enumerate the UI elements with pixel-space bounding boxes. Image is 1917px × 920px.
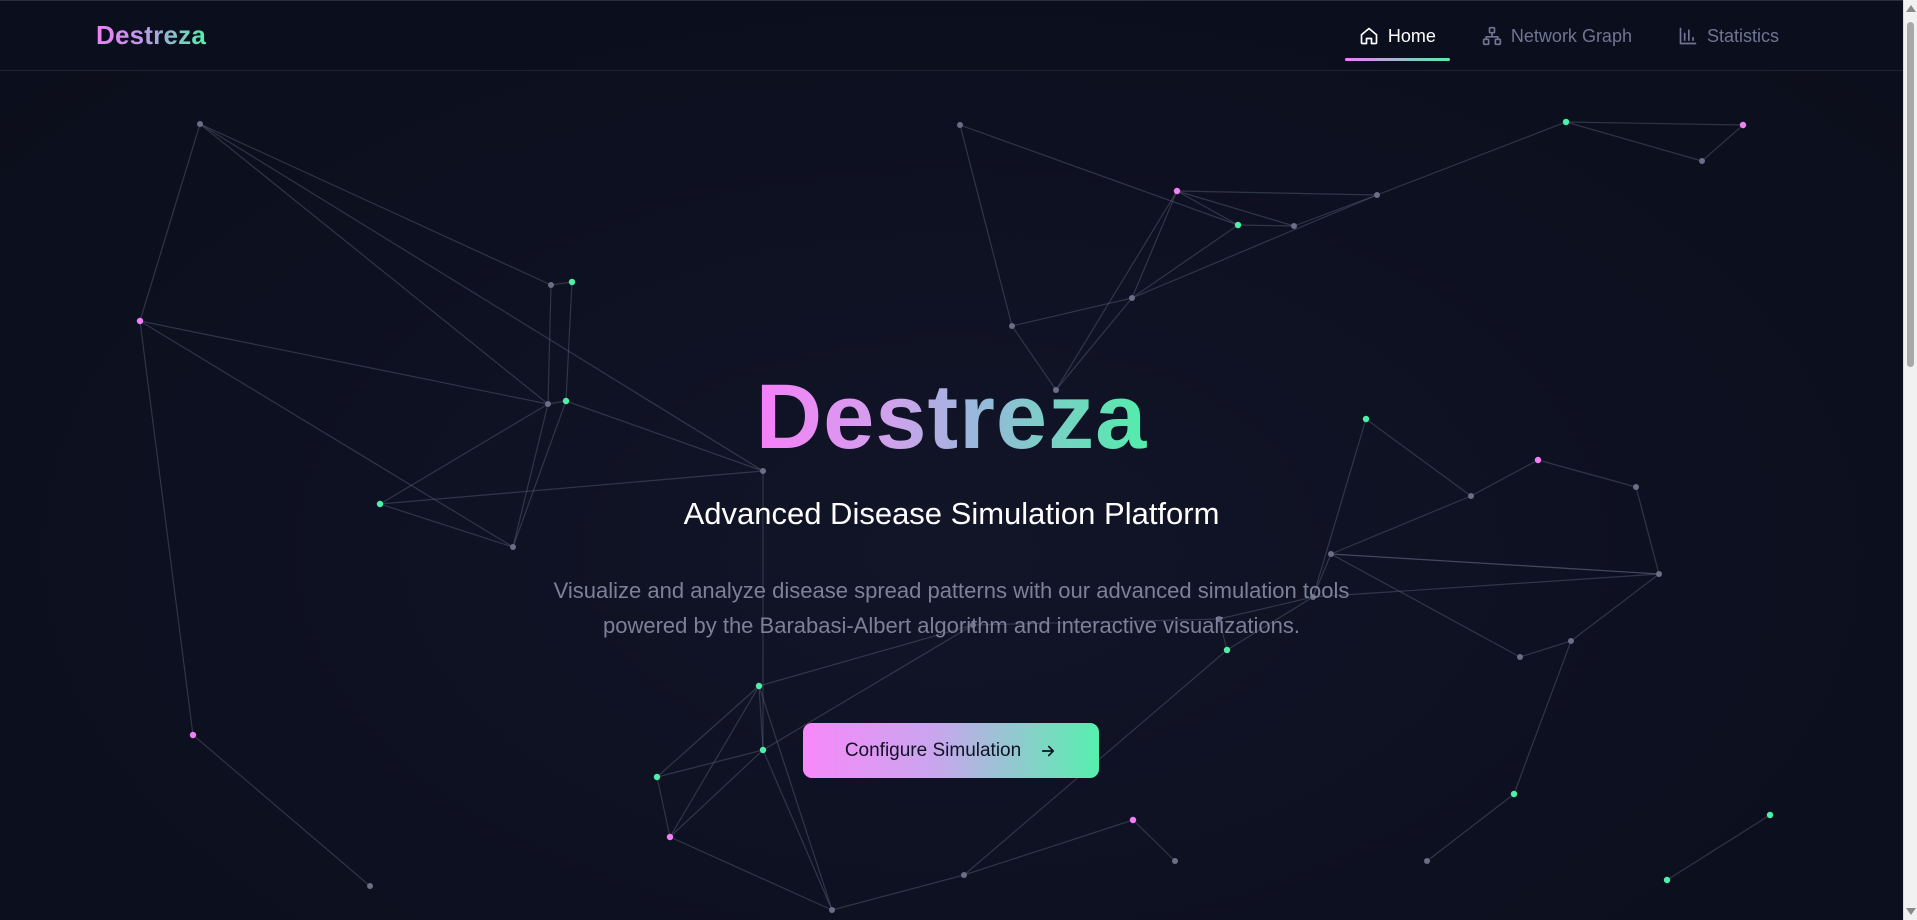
network-node: [1699, 158, 1705, 164]
hero-title: Destreza: [0, 362, 1903, 472]
main-nav: Home Network Graph Statistics: [1344, 1, 1793, 71]
network-edge: [1132, 819, 1176, 862]
network-edge: [1701, 124, 1744, 162]
scroll-thumb[interactable]: [1907, 22, 1914, 367]
hero-subtitle: Advanced Disease Simulation Platform: [683, 496, 1220, 531]
network-node: [957, 122, 963, 128]
network-edge: [831, 874, 965, 911]
network-node: [510, 544, 516, 550]
network-edge: [1519, 640, 1572, 658]
network-edge: [139, 123, 201, 322]
network-node: [755, 682, 763, 690]
network-edge: [1176, 190, 1239, 226]
network-node: [1374, 192, 1380, 198]
network-node: [1223, 646, 1231, 654]
network-node: [759, 746, 767, 754]
network-edge: [1376, 121, 1567, 196]
arrow-right-icon: [1042, 745, 1055, 756]
network-node: [568, 278, 576, 286]
network-edge: [656, 776, 671, 838]
network-edge: [669, 749, 764, 838]
scroll-up-icon[interactable]: [1906, 5, 1916, 12]
network-edge: [758, 685, 833, 911]
network-node: [548, 282, 554, 288]
nav-statistics-label: Statistics: [1706, 25, 1779, 46]
network-node: [1328, 551, 1334, 557]
configure-simulation-label: Configure Simulation: [844, 739, 1022, 761]
network-node: [1766, 811, 1774, 819]
network-edge: [1237, 224, 1295, 227]
home-icon: [1360, 27, 1378, 45]
nav-home-label: Home: [1387, 25, 1436, 46]
network-edge: [959, 124, 1013, 327]
network-node: [1656, 571, 1662, 577]
network-edge: [199, 123, 552, 286]
network-node: [1173, 187, 1181, 195]
network-node: [189, 731, 197, 739]
network-node: [367, 883, 373, 889]
network-icon: [1482, 26, 1502, 46]
page: Destreza Home Network Graph Statistics D…: [0, 0, 1903, 920]
network-edge: [1513, 640, 1572, 795]
network-node: [197, 121, 203, 127]
nav-network-graph-label: Network Graph: [1510, 25, 1632, 46]
network-node: [961, 872, 967, 878]
network-node: [1633, 484, 1639, 490]
network-edge: [1565, 121, 1703, 162]
brand-logo[interactable]: Destreza: [96, 20, 206, 51]
network-edge: [963, 819, 1134, 876]
network-node: [1562, 118, 1570, 126]
vertical-scrollbar[interactable]: [1903, 0, 1917, 920]
network-edge: [1176, 190, 1378, 196]
network-edge: [656, 685, 760, 778]
network-node: [1424, 858, 1430, 864]
nav-home[interactable]: Home: [1344, 16, 1450, 61]
network-edge: [1565, 121, 1744, 126]
network-node: [1510, 790, 1518, 798]
network-node: [1129, 816, 1137, 824]
scroll-down-icon[interactable]: [1906, 908, 1916, 915]
network-node: [1739, 121, 1747, 129]
network-edge: [669, 685, 760, 838]
network-edge: [1011, 297, 1133, 327]
network-edge: [1176, 190, 1295, 227]
network-edge: [1426, 793, 1515, 862]
configure-simulation-button[interactable]: Configure Simulation: [803, 723, 1099, 778]
network-node: [1009, 323, 1015, 329]
network-node: [1568, 638, 1574, 644]
network-edge: [1666, 814, 1771, 881]
nav-statistics[interactable]: Statistics: [1664, 16, 1793, 56]
network-edge: [1330, 553, 1660, 575]
network-edge: [192, 734, 371, 887]
network-node: [1129, 295, 1135, 301]
network-node: [653, 773, 661, 781]
bar-chart-icon: [1679, 27, 1697, 45]
network-edge: [669, 836, 833, 911]
network-node: [136, 317, 144, 325]
network-edge: [959, 124, 1239, 226]
network-node: [666, 833, 674, 841]
navbar: Destreza Home Network Graph Statistics: [0, 0, 1903, 71]
network-node: [1234, 221, 1242, 229]
network-edge: [1055, 190, 1178, 391]
network-edge: [1570, 573, 1660, 642]
network-node: [1517, 654, 1523, 660]
nav-network-graph[interactable]: Network Graph: [1468, 16, 1646, 56]
hero-description: Visualize and analyze disease spread pat…: [553, 578, 1350, 638]
hero-title-text: Destreza: [755, 366, 1148, 468]
network-node: [1172, 858, 1178, 864]
network-node: [1663, 876, 1671, 884]
network-node: [829, 907, 835, 913]
network-node: [1291, 223, 1297, 229]
